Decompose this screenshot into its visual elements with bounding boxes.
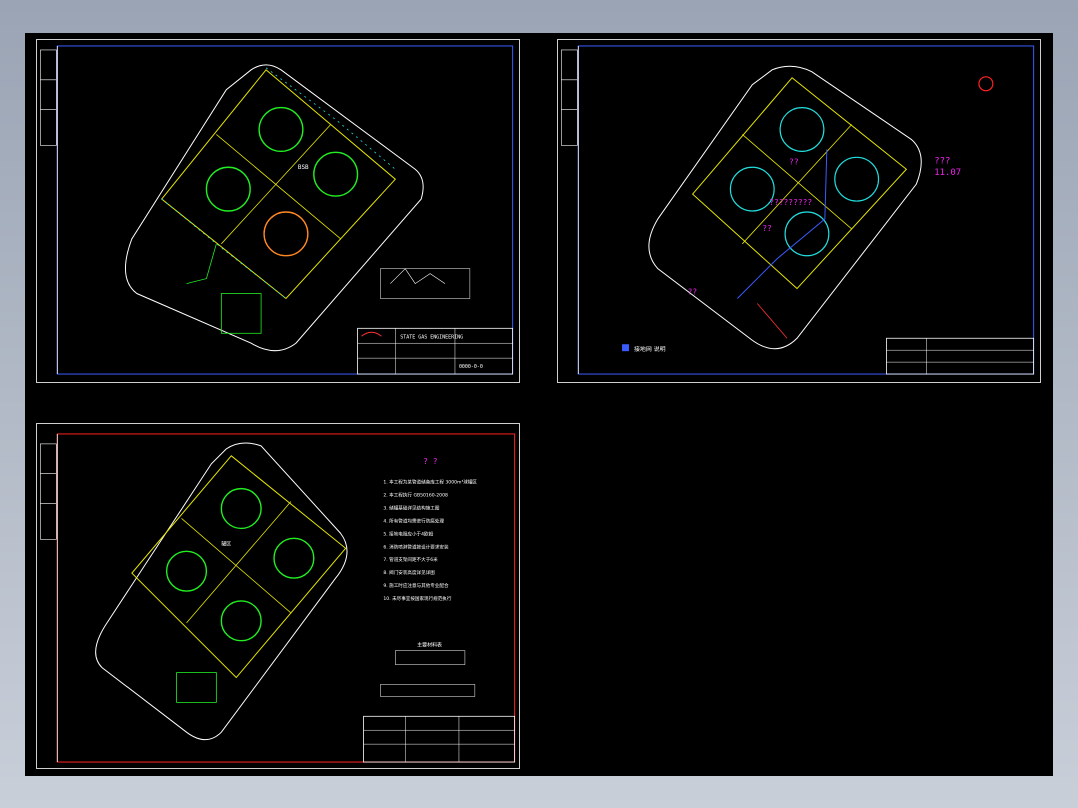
note-line: 10. 未尽事宜按国家现行规范执行 bbox=[383, 595, 451, 602]
note-line: 8. 阀门安装高度详见详图 bbox=[383, 569, 435, 576]
annotation-q4: ?? bbox=[762, 224, 772, 233]
annotation-q5: ?? bbox=[688, 288, 698, 297]
legend-text: 接地网 说明 bbox=[634, 345, 666, 353]
note-line: 3. 储罐基础详见结构施工图 bbox=[383, 505, 439, 512]
note-line: 4. 所有管道均需进行防腐处理 bbox=[383, 517, 444, 524]
note-line: 5. 接地电阻应小于4欧姆 bbox=[383, 530, 433, 537]
note-line: 9. 施工时应注意与其他专业配合 bbox=[383, 582, 449, 589]
drawing-sheet-3[interactable]: ? ? 1. 本工程为某管道储备库工程 3000m³球罐区 2. 本工程执行 GB… bbox=[36, 423, 520, 769]
area-label: 罐区 bbox=[221, 540, 231, 547]
elevation-label: 11.07 bbox=[934, 168, 961, 178]
sheet-1-drawing: BSB STATE GAS ENGINEERING 0000-0-0 bbox=[40, 45, 514, 375]
note-line: 1. 本工程为某管道储备库工程 3000m³球罐区 bbox=[383, 479, 477, 486]
drawing-number: 0000-0-0 bbox=[459, 364, 483, 370]
note-line: 2. 本工程执行 GB50160-2008 bbox=[383, 492, 448, 499]
notes-title: ? ? bbox=[423, 457, 438, 466]
title-block-company: STATE GAS ENGINEERING bbox=[400, 334, 463, 340]
annotation-q2: ??? bbox=[934, 156, 950, 166]
annotation-q3: ????????? bbox=[769, 198, 812, 207]
notes-list: 1. 本工程为某管道储备库工程 3000m³球罐区 2. 本工程执行 GB5016… bbox=[383, 479, 477, 602]
drawing-sheet-2[interactable]: ?? ??? ????????? ?? ?? 11.07 接地网 说明 bbox=[557, 39, 1041, 383]
sheet-2-drawing: ?? ??? ????????? ?? ?? 11.07 接地网 说明 bbox=[561, 45, 1035, 375]
note-line: 6. 消防喷淋管道按设计要求安装 bbox=[383, 543, 449, 550]
annotation-q1: ?? bbox=[789, 157, 799, 166]
material-table-title: 主要材料表 bbox=[417, 642, 442, 649]
drawing-sheet-1[interactable]: BSB STATE GAS ENGINEERING 0000-0-0 bbox=[36, 39, 520, 383]
boundary-label: BSB bbox=[298, 164, 309, 171]
note-line: 7. 管道支架间距不大于6米 bbox=[383, 556, 438, 563]
sheet-3-drawing: ? ? 1. 本工程为某管道储备库工程 3000m³球罐区 2. 本工程执行 GB… bbox=[40, 433, 516, 763]
drawing-viewport[interactable]: BSB STATE GAS ENGINEERING 0000-0-0 ?? ??… bbox=[25, 33, 1053, 776]
